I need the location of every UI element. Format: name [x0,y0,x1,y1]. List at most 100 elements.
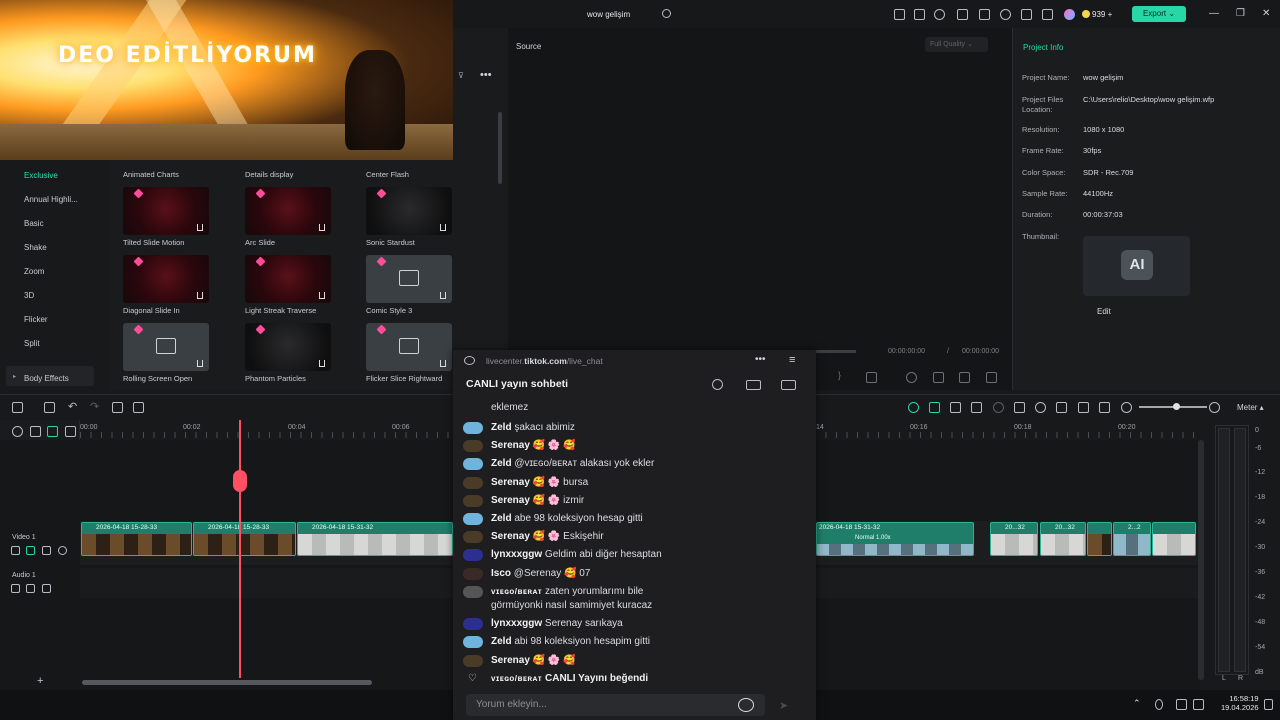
playhead[interactable] [239,420,241,678]
effect-tile[interactable] [245,255,331,303]
category-shake[interactable]: Shake [24,243,47,252]
effect-tile[interactable] [123,187,209,235]
lock-icon[interactable] [11,584,20,593]
category-zoom[interactable]: Zoom [24,267,44,276]
caption-icon[interactable] [1099,402,1110,413]
horizontal-scrollbar[interactable] [82,680,372,685]
volume-icon[interactable] [26,584,35,593]
users-icon[interactable] [746,380,761,390]
vertical-scrollbar[interactable] [1198,440,1204,680]
category-basic[interactable]: Basic [24,219,44,228]
ai-assist-icon[interactable] [908,402,919,413]
select-tool-icon[interactable] [44,402,55,413]
category-split[interactable]: Split [24,339,40,348]
snap-icon[interactable] [47,426,58,437]
apps-icon[interactable] [1042,9,1053,20]
shield-icon[interactable] [1014,402,1025,413]
send-icon[interactable]: ➤ [779,699,799,712]
zoom-slider-handle[interactable] [1173,403,1180,410]
video-clip[interactable]: 2026-04-18 15-31-32 [297,522,453,556]
minimize-icon[interactable]: — [1209,8,1219,19]
effect-tile[interactable] [366,187,452,235]
category-flicker[interactable]: Flicker [24,315,48,324]
video-clip[interactable]: 2...2 [1113,522,1151,556]
speaker-icon[interactable] [1193,699,1204,710]
zoom-out-icon[interactable] [1121,402,1132,413]
gift-icon[interactable] [894,9,905,20]
cloud-icon[interactable] [1000,9,1011,20]
microphone-icon[interactable] [1035,402,1046,413]
crop-icon[interactable] [112,402,123,413]
fullscreen-icon[interactable] [986,372,997,383]
video-preview[interactable]: DEO EDİTLİYORUM [0,0,453,160]
video-clip[interactable]: 20...32 [1040,522,1086,556]
effect-tile[interactable] [245,323,331,371]
screen-icon[interactable] [957,9,968,20]
video-clip[interactable]: 2026-04-18 15-31-32 Normal 1.00x [816,522,974,556]
redo-icon[interactable]: ↷ [90,400,99,413]
export-button[interactable]: Export ⌄ [1132,6,1186,22]
emoji-icon[interactable] [738,698,754,712]
video-clip[interactable]: 20...32 [990,522,1038,556]
settings-icon[interactable] [906,372,917,383]
menu-icon[interactable]: ≡ [789,354,795,366]
undo-icon[interactable]: ↶ [68,400,77,413]
transition-icon[interactable] [971,402,982,413]
source-scrubber[interactable] [816,350,856,353]
mute-icon[interactable] [42,546,51,555]
category-exclusive[interactable]: Exclusive [24,171,58,180]
meter-dropdown[interactable]: Meter ▴ [1237,403,1264,412]
link-icon[interactable] [30,426,41,437]
quality-dropdown[interactable]: Full Quality ⌄ [925,37,988,52]
source-viewer[interactable] [508,28,1012,390]
overlay-icon[interactable] [950,402,961,413]
stabilize-icon[interactable] [993,402,1004,413]
marker-icon[interactable] [133,402,144,413]
scissors-icon[interactable] [233,470,247,492]
cloud-status-icon[interactable] [662,9,671,18]
save-icon[interactable] [979,9,990,20]
track-list-icon[interactable] [65,426,76,437]
mute-icon[interactable] [42,584,51,593]
mark-out-icon[interactable]: } [838,370,841,380]
effect-tile[interactable] [123,323,209,371]
magic-icon[interactable] [929,402,940,413]
clock[interactable]: 16:58:19 19.04.2026 [1221,694,1259,712]
edit-thumbnail-button[interactable]: Edit [1097,307,1111,316]
video-clip[interactable]: 2026-04-18 15-28-33 [81,522,192,556]
category-annual[interactable]: Annual Highli... [24,195,78,204]
maximize-icon[interactable]: ❐ [1236,8,1245,19]
video-clip[interactable] [1152,522,1196,556]
mixer-icon[interactable] [1056,402,1067,413]
category-3d[interactable]: 3D [24,291,34,300]
track-settings-icon[interactable] [12,426,23,437]
scrollbar[interactable] [498,112,502,184]
effect-tile[interactable] [366,255,452,303]
video-clip[interactable] [1087,522,1112,556]
zoom-in-icon[interactable] [1209,402,1220,413]
close-icon[interactable]: ✕ [1262,8,1270,19]
split-audio-icon[interactable] [1078,402,1089,413]
video-clip[interactable]: 2026-04-18 15-28-33 [193,522,296,556]
eye-icon[interactable] [58,546,67,555]
insert-icon[interactable] [866,372,877,383]
tray-chevron-icon[interactable]: ⌃ [1133,698,1141,709]
microphone-icon[interactable] [1155,699,1163,710]
notification-icon[interactable] [1264,699,1273,710]
rocket-icon[interactable] [934,9,945,20]
network-icon[interactable] [1176,699,1187,710]
category-body-effects[interactable]: Body Effects [24,374,69,383]
add-track-icon[interactable]: + [37,675,43,687]
more-options-icon[interactable]: ••• [480,69,492,81]
settings-icon[interactable] [712,379,723,390]
feedback-icon[interactable] [914,9,925,20]
track-link-icon[interactable] [26,546,35,555]
volume-icon[interactable] [959,372,970,383]
credits-count[interactable]: 939 + [1076,10,1112,19]
layout-icon[interactable] [12,402,23,413]
thumbnail[interactable]: AI [1083,236,1190,296]
more-options-icon[interactable]: ••• [755,354,766,365]
filter-icon[interactable]: ⊽ [458,71,464,80]
effect-tile[interactable] [366,323,452,371]
effect-tile[interactable] [123,255,209,303]
